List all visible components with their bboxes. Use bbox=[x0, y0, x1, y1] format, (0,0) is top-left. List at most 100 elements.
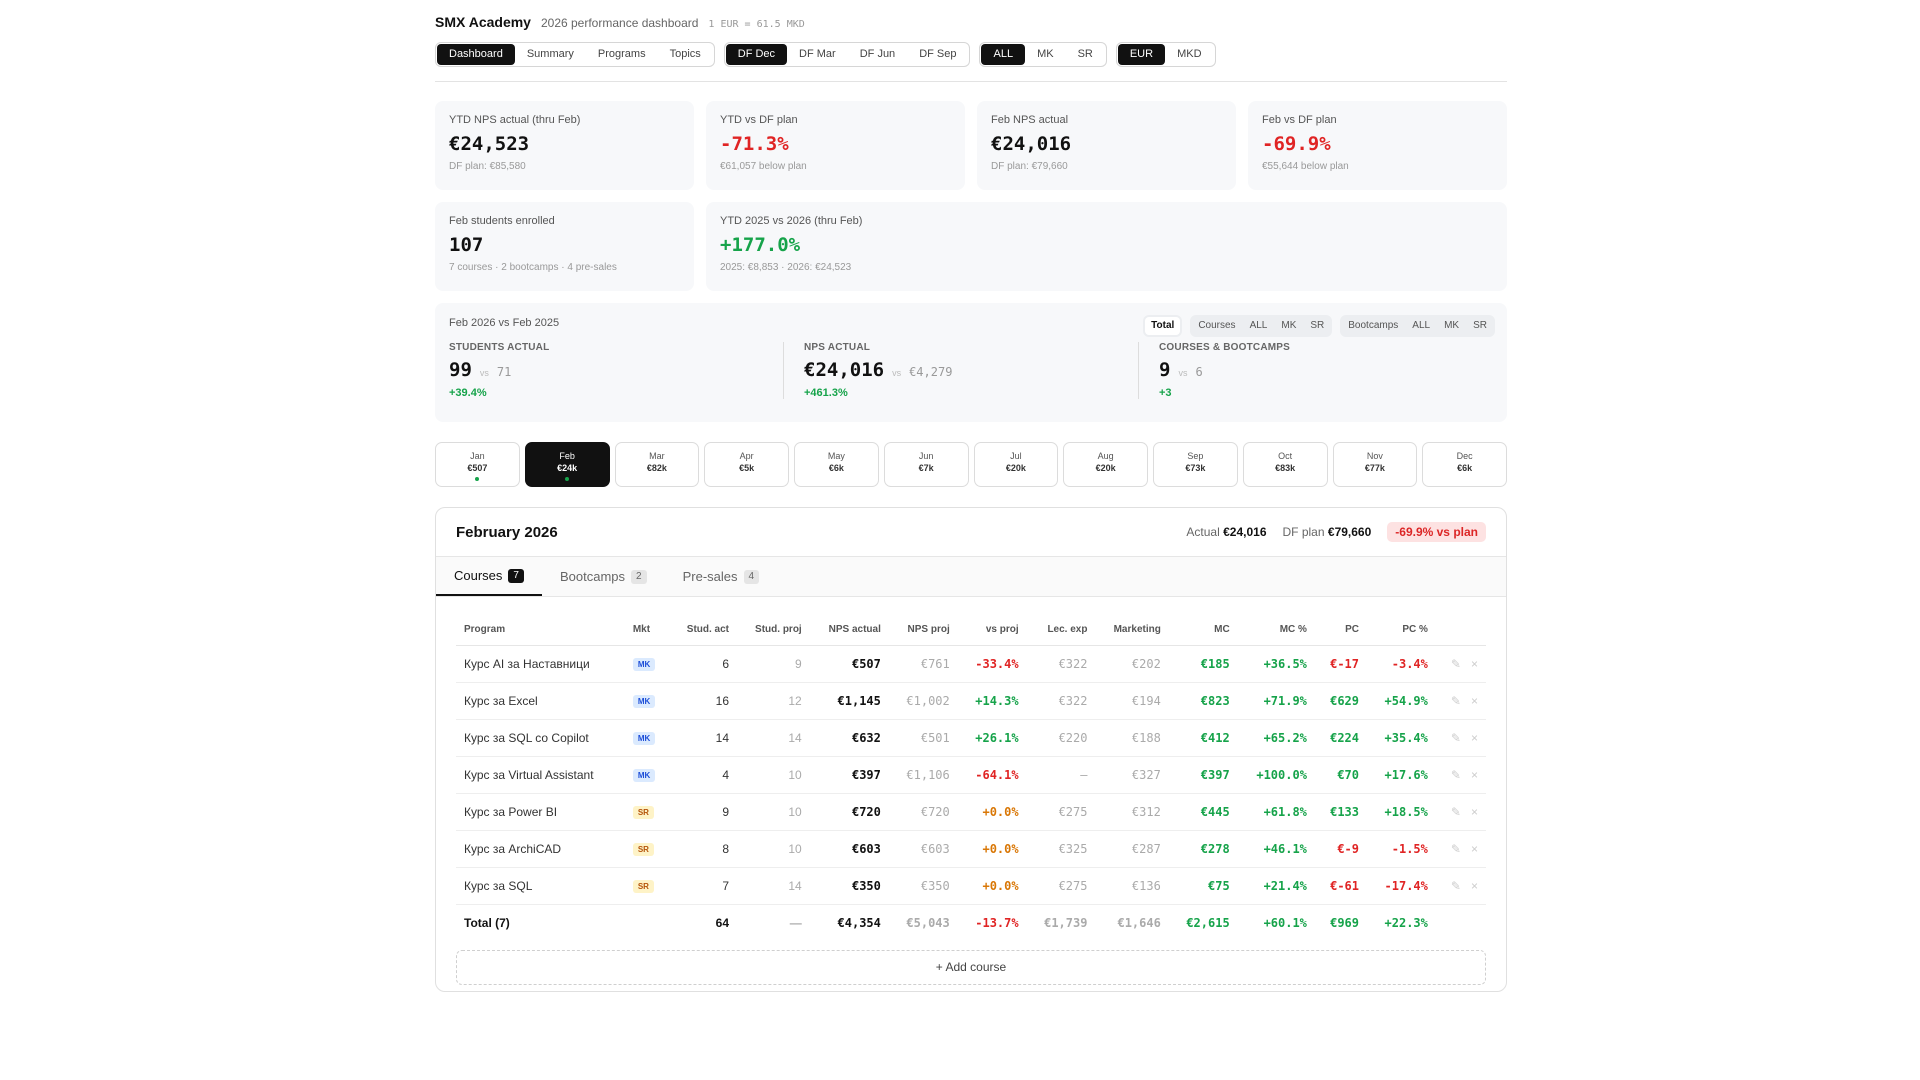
margin-percent: +71.9% bbox=[1237, 682, 1315, 720]
filter-bootcamps-sr[interactable]: SR bbox=[1467, 317, 1493, 335]
table-row[interactable]: Курс за Power BI SR 9 10 €720 €720 +0.0% €275 €3… bbox=[456, 793, 1486, 831]
table-row[interactable]: Курс за SQL со Copilot MK 14 14 €632 €501 +26.… bbox=[456, 719, 1486, 757]
month-value: €82k bbox=[646, 463, 667, 473]
delete-icon[interactable]: × bbox=[1471, 879, 1478, 893]
top-nav: Dashboard Summary Programs Topics DF Dec… bbox=[435, 42, 1507, 82]
kpi-value: -69.9% bbox=[1262, 133, 1331, 155]
delete-icon[interactable]: × bbox=[1471, 805, 1478, 819]
month-panel: February 2026 Actual €24,016 DF plan €79… bbox=[435, 507, 1507, 992]
metric-value: €24,016 bbox=[804, 359, 885, 381]
forecast-df-jun[interactable]: DF Jun bbox=[848, 44, 907, 65]
table-row[interactable]: Курс за SQL SR 7 14 €350 €350 +0.0% €275 €136 €75… bbox=[456, 867, 1486, 905]
month-selector: Jan €507 Feb €24k Mar €82k Apr €5k May €6k Jun €7k J… bbox=[435, 442, 1507, 487]
edit-icon[interactable]: ✎ bbox=[1451, 805, 1461, 819]
forecast-df-dec[interactable]: DF Dec bbox=[725, 44, 788, 65]
market-cell: SR bbox=[624, 830, 670, 868]
tab-topics[interactable]: Topics bbox=[658, 44, 713, 65]
filter-bootcamps-mk[interactable]: MK bbox=[1438, 317, 1465, 335]
lecturer-expense: — bbox=[1026, 756, 1096, 794]
delete-icon[interactable]: × bbox=[1471, 694, 1478, 708]
nps-projected: €761 bbox=[888, 645, 958, 683]
edit-icon[interactable]: ✎ bbox=[1451, 768, 1461, 782]
tab-dashboard[interactable]: Dashboard bbox=[437, 44, 515, 65]
filter-total[interactable]: Total bbox=[1145, 317, 1181, 335]
month-may[interactable]: May €6k bbox=[794, 442, 879, 487]
edit-icon[interactable]: ✎ bbox=[1451, 657, 1461, 671]
panel-tabs: Courses 7 Bootcamps 2 Pre-sales 4 bbox=[436, 557, 1506, 597]
exchange-rate: 1 EUR = 61.5 MKD bbox=[708, 19, 805, 30]
edit-icon[interactable]: ✎ bbox=[1451, 731, 1461, 745]
kpi-grid: YTD NPS actual (thru Feb) €24,523 DF pla… bbox=[435, 101, 1507, 291]
kpi-card: YTD 2025 vs 2026 (thru Feb) +177.0% 2025… bbox=[706, 202, 1507, 291]
row-actions: ✎ × bbox=[1435, 682, 1486, 720]
filter-courses-all[interactable]: ALL bbox=[1244, 317, 1274, 335]
edit-icon[interactable]: ✎ bbox=[1451, 879, 1461, 893]
kpi-label: Feb vs DF plan bbox=[1262, 114, 1337, 126]
filter-courses-sr[interactable]: SR bbox=[1304, 317, 1330, 335]
total-marketing-cost: €1,646 bbox=[1117, 915, 1161, 930]
marketing-cost: €287 bbox=[1095, 830, 1169, 868]
total-nps-actual: €4,354 bbox=[837, 915, 881, 930]
tab-pre-sales[interactable]: Pre-sales 4 bbox=[665, 557, 777, 596]
table-row[interactable]: Курс за Excel MK 16 12 €1,145 €1,002 +14.3% €32… bbox=[456, 682, 1486, 720]
month-oct[interactable]: Oct €83k bbox=[1242, 442, 1328, 487]
add-course-button[interactable]: + Add course bbox=[456, 950, 1486, 985]
column-header: PC bbox=[1314, 615, 1368, 646]
filter-courses-mk[interactable]: MK bbox=[1275, 317, 1302, 335]
month-mar[interactable]: Mar €82k bbox=[614, 442, 700, 487]
tab-courses[interactable]: Courses 7 bbox=[436, 557, 542, 596]
market-cell: MK bbox=[624, 682, 670, 720]
total-margin-contribution: €2,615 bbox=[1186, 915, 1230, 930]
courses-table: Program Mkt Stud. act Stud. proj NPS actual N… bbox=[456, 615, 1486, 941]
margin-percent: +36.5% bbox=[1237, 645, 1315, 683]
filter-bootcamps[interactable]: Bootcamps bbox=[1342, 317, 1404, 335]
profit-contribution: €133 bbox=[1314, 793, 1368, 831]
table-row[interactable]: Курс AI за Наставници MK 6 9 €507 €761 -33.4% €… bbox=[456, 645, 1486, 683]
program-name: Курс за Virtual Assistant bbox=[456, 756, 625, 794]
filter-courses[interactable]: Courses bbox=[1192, 317, 1241, 335]
tab-summary[interactable]: Summary bbox=[515, 44, 586, 65]
month-sep[interactable]: Sep €73k bbox=[1153, 442, 1238, 487]
month-dec[interactable]: Dec €6k bbox=[1422, 442, 1507, 487]
market-badge: MK bbox=[632, 732, 656, 745]
kpi-subtext: €55,644 below plan bbox=[1262, 161, 1349, 172]
month-jan[interactable]: Jan €507 bbox=[435, 442, 520, 487]
month-nov[interactable]: Nov €77k bbox=[1332, 442, 1418, 487]
delete-icon[interactable]: × bbox=[1471, 768, 1478, 782]
market-sr[interactable]: SR bbox=[1066, 44, 1105, 65]
delete-icon[interactable]: × bbox=[1471, 842, 1478, 856]
forecast-df-sep[interactable]: DF Sep bbox=[907, 44, 968, 65]
month-jun[interactable]: Jun €7k bbox=[883, 442, 969, 487]
nps-actual: €350 bbox=[809, 867, 889, 905]
edit-icon[interactable]: ✎ bbox=[1451, 842, 1461, 856]
edit-icon[interactable]: ✎ bbox=[1451, 694, 1461, 708]
market-all[interactable]: ALL bbox=[981, 44, 1026, 65]
total-lecturer-expense: €1,739 bbox=[1044, 915, 1088, 930]
margin-contribution: €412 bbox=[1168, 719, 1238, 757]
vs-projection: +26.1% bbox=[957, 719, 1027, 757]
currency-mkd[interactable]: MKD bbox=[1165, 44, 1213, 65]
filter-bootcamps-all[interactable]: ALL bbox=[1406, 317, 1436, 335]
month-value: €20k bbox=[1095, 463, 1116, 473]
month-apr[interactable]: Apr €5k bbox=[704, 442, 789, 487]
table-row[interactable]: Курс за ArchiCAD SR 8 10 €603 €603 +0.0% €325 €2… bbox=[456, 830, 1486, 868]
market-mk[interactable]: MK bbox=[1025, 44, 1066, 65]
margin-contribution: €445 bbox=[1168, 793, 1238, 831]
table-row[interactable]: Курс за Virtual Assistant MK 4 10 €397 €1,106… bbox=[456, 756, 1486, 794]
month-name: Jan bbox=[470, 451, 485, 461]
tab-programs[interactable]: Programs bbox=[586, 44, 658, 65]
month-jul[interactable]: Jul €20k bbox=[973, 442, 1059, 487]
delete-icon[interactable]: × bbox=[1471, 657, 1478, 671]
currency-eur[interactable]: EUR bbox=[1117, 44, 1166, 65]
metric-label: STUDENTS ACTUAL bbox=[449, 342, 550, 353]
column-header: PC % bbox=[1367, 615, 1436, 646]
total-label: Total (7) bbox=[464, 915, 510, 930]
forecast-df-mar[interactable]: DF Mar bbox=[787, 44, 848, 65]
row-actions: ✎ × bbox=[1435, 756, 1486, 794]
margin-contribution: €278 bbox=[1168, 830, 1238, 868]
delete-icon[interactable]: × bbox=[1471, 731, 1478, 745]
month-aug[interactable]: Aug €20k bbox=[1063, 442, 1148, 487]
tab-count: 2 bbox=[631, 569, 647, 584]
tab-bootcamps[interactable]: Bootcamps 2 bbox=[542, 557, 665, 596]
month-feb[interactable]: Feb €24k bbox=[524, 442, 610, 487]
